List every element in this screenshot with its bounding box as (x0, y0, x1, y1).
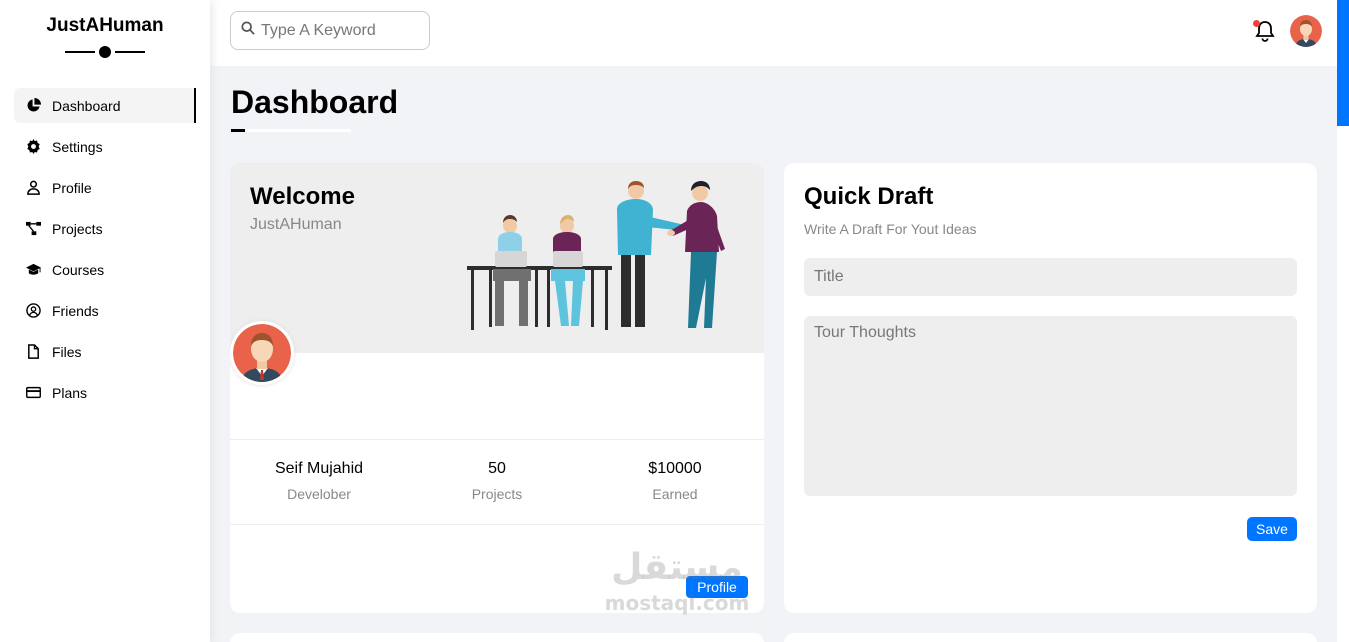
quick-draft-card: Quick Draft Write A Draft For Yout Ideas… (784, 163, 1317, 613)
next-card-top (230, 633, 764, 642)
draft-thoughts-textarea[interactable] (804, 316, 1297, 496)
welcome-heading: Welcome (250, 183, 355, 210)
stat-name: Seif Mujahid Develober (230, 440, 408, 524)
sidebar-item-files[interactable]: Files (14, 334, 196, 369)
quick-draft-heading: Quick Draft (804, 183, 934, 210)
draft-title-input[interactable] (804, 258, 1297, 296)
graduation-cap-icon (24, 261, 42, 279)
page-title: Dashboard (231, 84, 399, 120)
sidebar-item-plans[interactable]: Plans (14, 375, 196, 410)
sidebar-item-friends[interactable]: Friends (14, 293, 196, 328)
user-circle-icon (24, 302, 42, 320)
quick-draft-subtitle: Write A Draft For Yout Ideas (804, 221, 977, 237)
welcome-card: Welcome JustAHuman Seif Mujahid Develobe… (230, 163, 764, 613)
stat-label: Develober (287, 486, 351, 502)
welcome-stats: Seif Mujahid Develober 50 Projects $1000… (230, 439, 764, 525)
title-underline (231, 129, 351, 132)
file-icon (24, 343, 42, 361)
gear-icon (24, 138, 42, 156)
sidebar-item-label: Friends (52, 302, 99, 319)
brand-divider (65, 46, 145, 58)
welcome-banner: Welcome JustAHuman (230, 163, 764, 353)
chart-pie-icon (24, 97, 42, 115)
next-card-top (784, 633, 1317, 642)
sidebar-item-label: Settings (52, 138, 103, 155)
stat-projects: 50 Projects (408, 440, 586, 524)
brand-title: JustAHuman (46, 15, 164, 36)
credit-card-icon (24, 384, 42, 402)
scrollbar-thumb[interactable] (1337, 0, 1349, 126)
sidebar-nav: Dashboard Settings Profile Projects Cour… (0, 76, 210, 410)
sidebar-item-profile[interactable]: Profile (14, 170, 196, 205)
sidebar-item-label: Courses (52, 261, 105, 278)
sidebar-item-label: Projects (52, 220, 103, 237)
search-icon (241, 21, 261, 40)
stat-value: Seif Mujahid (274, 460, 364, 477)
stat-value: $10000 (648, 460, 702, 477)
brand: JustAHuman (0, 0, 210, 76)
diagram-project-icon (24, 220, 42, 238)
save-button[interactable]: Save (1247, 517, 1297, 541)
header-avatar[interactable] (1290, 15, 1322, 47)
sidebar: JustAHuman Dashboard Settings Profile Pr… (0, 0, 210, 642)
sidebar-item-dashboard[interactable]: Dashboard (14, 88, 196, 123)
sidebar-item-label: Plans (52, 384, 88, 401)
sidebar-item-courses[interactable]: Courses (14, 252, 196, 287)
team-meeting-illustration (467, 181, 725, 330)
notification-bell[interactable] (1253, 20, 1275, 42)
sidebar-item-projects[interactable]: Projects (14, 211, 196, 246)
notification-dot (1253, 20, 1260, 27)
stat-earned: $10000 Earned (586, 440, 764, 524)
sidebar-item-label: Files (52, 343, 82, 360)
top-header (210, 0, 1337, 66)
sidebar-item-settings[interactable]: Settings (14, 129, 196, 164)
user-avatar[interactable] (230, 321, 294, 385)
profile-button[interactable]: Profile (686, 576, 748, 598)
sidebar-item-label: Dashboard (52, 97, 121, 114)
welcome-subtitle: JustAHuman (250, 216, 342, 233)
search-input[interactable] (261, 21, 421, 40)
stat-label: Earned (652, 486, 698, 502)
search-box[interactable] (230, 11, 430, 50)
stat-label: Projects (471, 486, 523, 502)
user-icon (24, 179, 42, 197)
sidebar-item-label: Profile (52, 179, 92, 196)
stat-value: 50 (488, 460, 506, 477)
